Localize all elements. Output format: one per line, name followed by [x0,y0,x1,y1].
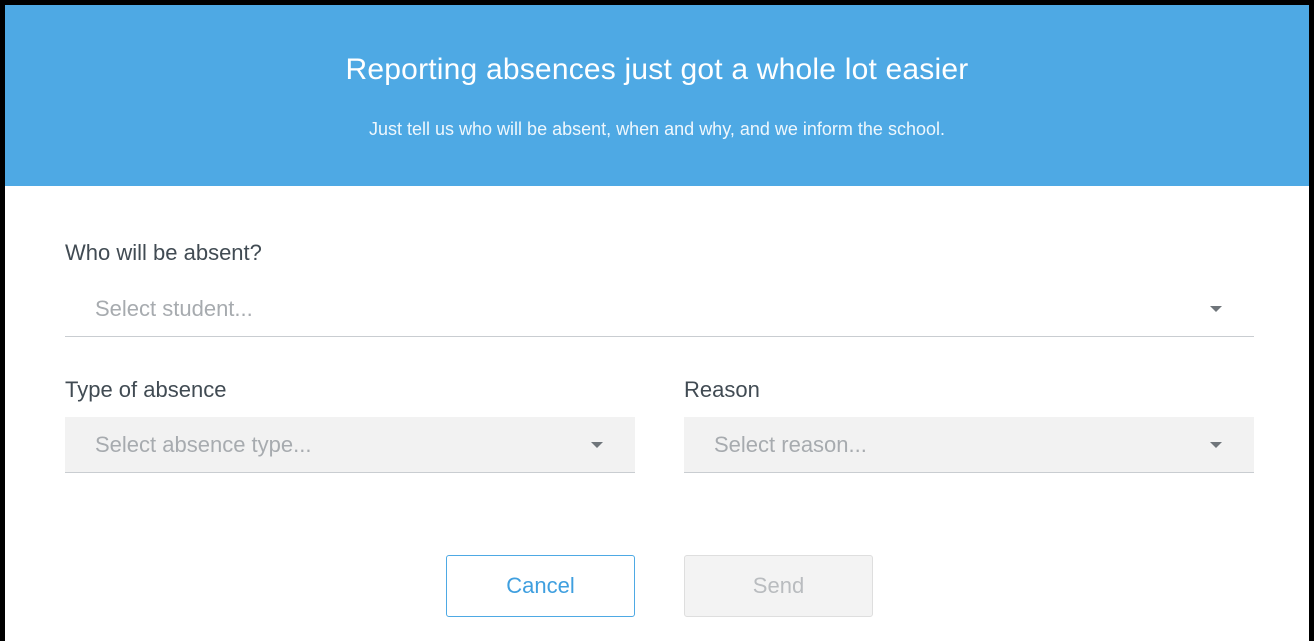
dialog-header: Reporting absences just got a whole lot … [5,5,1309,186]
absence-type-select-placeholder: Select absence type... [95,431,312,457]
reason-label: Reason [684,377,760,402]
dialog-title: Reporting absences just got a whole lot … [345,53,969,86]
absence-report-dialog: Reporting absences just got a whole lot … [0,0,1314,641]
chevron-down-icon [1210,305,1222,312]
reason-select[interactable]: Select reason... [684,417,1254,473]
cancel-button[interactable]: Cancel [446,555,635,617]
send-button[interactable]: Send [684,555,873,617]
reason-select-placeholder: Select reason... [714,431,867,457]
student-select[interactable]: Select student... [65,281,1254,337]
student-label: Who will be absent? [65,240,262,265]
chevron-down-icon [591,441,603,448]
dialog-subtitle: Just tell us who will be absent, when an… [369,119,945,139]
absence-type-label: Type of absence [65,377,227,402]
student-select-placeholder: Select student... [95,295,253,321]
chevron-down-icon [1210,441,1222,448]
absence-type-select[interactable]: Select absence type... [65,417,635,473]
